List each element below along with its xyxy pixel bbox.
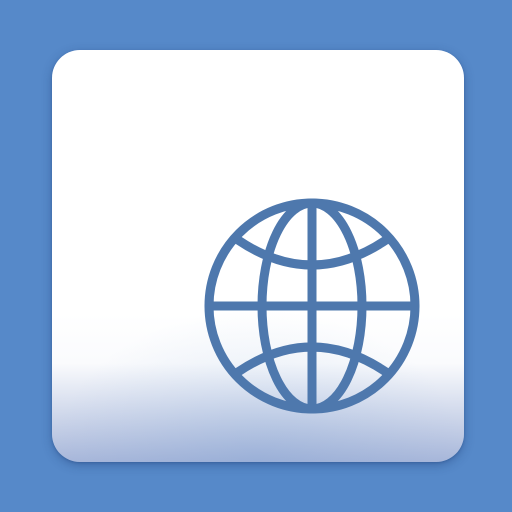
globe-icon [204, 198, 420, 414]
app-icon-tile[interactable] [52, 50, 464, 462]
globe-svg [204, 198, 420, 414]
